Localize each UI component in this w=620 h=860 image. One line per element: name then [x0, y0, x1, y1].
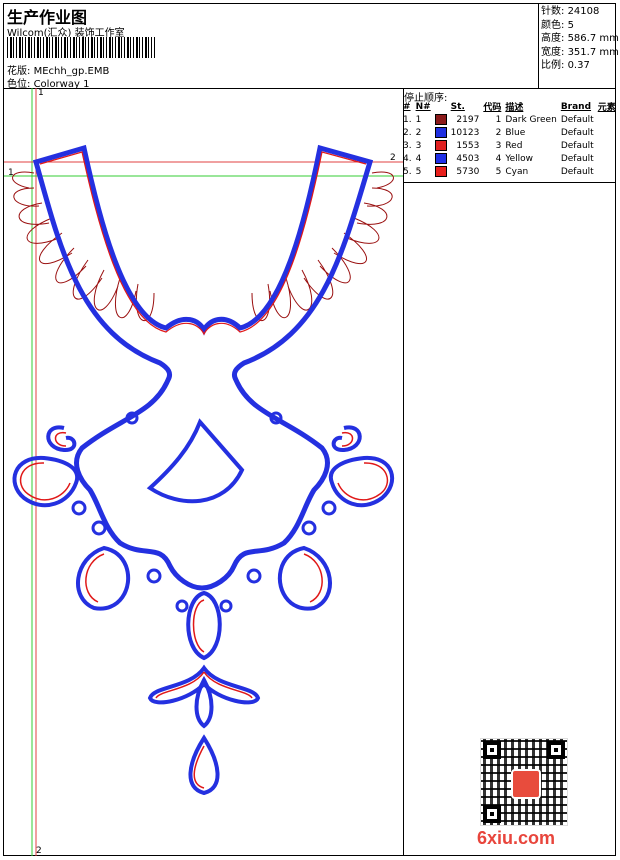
color-swatch	[434, 140, 447, 151]
col-header-stitches: St.	[450, 101, 465, 112]
table-header-row: # N# St. 代码 描述 Brand 元素	[401, 100, 618, 114]
col-header-element: 元素	[597, 103, 616, 113]
seal-stamp	[511, 769, 541, 799]
barcode	[7, 37, 155, 58]
stat-height: 高度: 586.7 mm	[541, 33, 619, 44]
lower-petals	[76, 545, 332, 796]
table-row: 4. 4 4503 4 Yellow Default	[403, 153, 594, 164]
table-row: 1. 1 2197 1 Dark Green Default	[403, 114, 594, 125]
embroidery-design	[4, 88, 403, 856]
stat-colors: 颜色: 5	[541, 19, 574, 31]
col-header-code: 代码	[483, 103, 502, 113]
side-ornaments	[12, 411, 395, 536]
col-header-brand: Brand	[560, 101, 592, 112]
color-swatch	[434, 127, 447, 138]
col-header-number: N#	[415, 101, 431, 112]
table-bottom-divider	[403, 182, 616, 183]
color-sequence-table: # N# St. 代码 描述 Brand 元素 1. 1 2197 1 Dark G…	[401, 100, 618, 178]
header-stats-divider	[538, 3, 539, 88]
color-swatch	[434, 114, 447, 125]
qr-code	[480, 738, 568, 826]
neckline-yoke	[32, 144, 374, 591]
design-stats: 针数: 24108 颜色: 5 高度: 586.7 mm 宽度: 351.7 m…	[541, 5, 619, 73]
watermark: 6xiu.com	[477, 828, 556, 848]
axis-label-right: 2	[390, 153, 396, 163]
table-row: 2. 2 10123 2 Blue Default	[403, 127, 594, 138]
table-row: 5. 5 5730 5 Cyan Default	[403, 166, 594, 177]
table-row: 3. 3 1553 3 Red Default	[403, 140, 594, 151]
color-swatch	[434, 153, 447, 164]
axis-label-bottom: 2	[36, 846, 42, 856]
col-header-description: 描述	[505, 103, 524, 113]
stat-scale: 比例: 0.37	[541, 60, 590, 71]
scallop-fringe	[12, 171, 394, 322]
stat-stitches: 针数: 24108	[541, 6, 600, 17]
axis-label-top-left: 1	[38, 88, 44, 98]
color-swatch	[434, 166, 447, 177]
axis-label-left: 1	[8, 168, 14, 178]
stat-width: 宽度: 351.7 mm	[541, 46, 619, 58]
panel-divider	[403, 88, 404, 856]
